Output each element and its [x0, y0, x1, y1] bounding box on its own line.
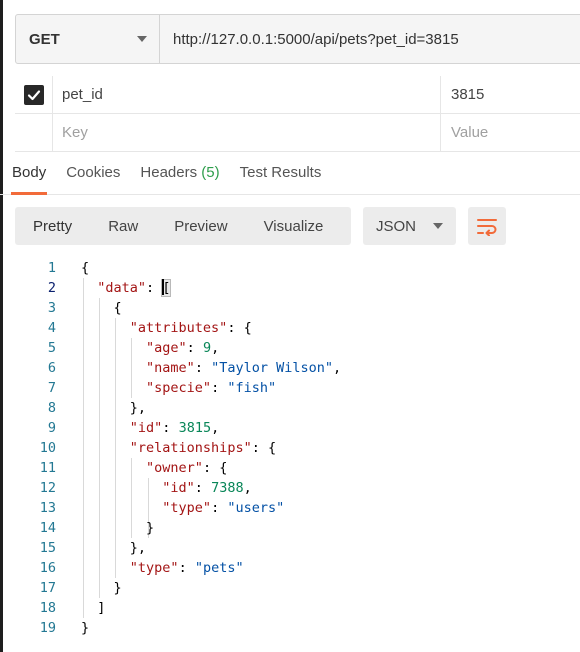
code-line: 9 "id": 3815,	[0, 418, 580, 438]
json-key: "id"	[162, 480, 195, 496]
code-line: 6 "name": "Taylor Wilson",	[0, 358, 580, 378]
code-line: 17 }	[0, 578, 580, 598]
tab-headers-label: Headers	[140, 164, 198, 181]
param-key[interactable]: pet_id	[53, 76, 441, 113]
json-key: "owner"	[146, 460, 203, 476]
code-line: 3 {	[0, 298, 580, 318]
pretty-button[interactable]: Pretty	[15, 218, 90, 235]
raw-button[interactable]: Raw	[90, 218, 156, 235]
code-line: 18 ]	[0, 598, 580, 618]
code-line: 16 "type": "pets"	[0, 558, 580, 578]
line-number: 5	[47, 340, 56, 356]
line-number: 11	[39, 460, 56, 476]
line-number: 8	[47, 400, 56, 416]
tab-test-results[interactable]: Test Results	[240, 154, 322, 194]
format-toggle-group: Pretty Raw Preview Visualize	[15, 207, 351, 245]
json-key: "specie"	[146, 380, 212, 396]
checkmark-icon	[27, 89, 40, 100]
json-key: "name"	[146, 360, 195, 376]
wrap-lines-button[interactable]	[468, 207, 506, 245]
param-checkbox-cell	[15, 114, 53, 151]
line-number: 9	[47, 420, 56, 436]
line-number: 10	[39, 440, 56, 456]
json-number: 9	[202, 340, 212, 356]
json-key: "id"	[129, 420, 163, 436]
line-number: 19	[39, 620, 56, 636]
code-line: 4 "attributes": {	[0, 318, 580, 338]
json-string: "Taylor Wilson"	[211, 360, 333, 376]
response-body-editor[interactable]: 1{ 2 "data": [ 3 { 4 "attributes": { 5 "…	[0, 258, 580, 638]
line-number: 4	[47, 320, 56, 336]
code-line: 15 },	[0, 538, 580, 558]
code-line: 1{	[0, 258, 580, 278]
code-line: 19}	[0, 618, 580, 638]
visualize-button[interactable]: Visualize	[246, 218, 342, 235]
json-key: "type"	[162, 500, 212, 516]
text-cursor	[162, 279, 165, 295]
line-number: 12	[39, 480, 56, 496]
tab-test-results-label: Test Results	[239, 164, 322, 181]
json-string: "pets"	[194, 560, 244, 576]
chevron-down-icon	[433, 223, 443, 229]
line-number: 16	[39, 560, 56, 576]
chevron-down-icon	[137, 36, 147, 42]
preview-button[interactable]: Preview	[156, 218, 245, 235]
json-key: "relationships"	[129, 440, 252, 456]
json-string: "fish"	[227, 380, 277, 396]
json-key: "age"	[146, 340, 187, 356]
line-number: 14	[39, 520, 56, 536]
url-input[interactable]: http://127.0.0.1:5000/api/pets?pet_id=38…	[160, 15, 580, 63]
line-number: 6	[47, 360, 56, 376]
tab-body[interactable]: Body	[10, 154, 48, 195]
method-select[interactable]: GET	[16, 15, 160, 63]
language-select[interactable]: JSON	[363, 207, 456, 245]
json-key: "type"	[129, 560, 179, 576]
line-number: 2	[47, 280, 56, 296]
line-number: 3	[47, 300, 56, 316]
param-row: pet_id 3815	[15, 76, 580, 114]
line-number: 13	[39, 500, 56, 516]
response-tabs: Body Cookies Headers (5) Test Results	[0, 154, 580, 195]
line-number: 7	[47, 380, 56, 396]
line-number: 15	[39, 540, 56, 556]
params-table: pet_id 3815 Key Value	[15, 76, 580, 152]
tab-body-label: Body	[12, 164, 47, 181]
request-bar: GET http://127.0.0.1:5000/api/pets?pet_i…	[15, 14, 580, 64]
tab-headers[interactable]: Headers (5)	[140, 154, 219, 194]
param-key-placeholder[interactable]: Key	[53, 114, 441, 151]
code-line: 10 "relationships": {	[0, 438, 580, 458]
param-value[interactable]: 3815	[441, 76, 580, 113]
method-label: GET	[29, 30, 60, 48]
code-line: 7 "specie": "fish"	[0, 378, 580, 398]
line-number: 1	[47, 260, 56, 276]
code-line: 14 }	[0, 518, 580, 538]
line-number: 18	[39, 600, 56, 616]
headers-count-badge: (5)	[201, 164, 220, 181]
wrap-lines-icon	[477, 219, 497, 236]
code-line: 8 },	[0, 398, 580, 418]
line-number: 17	[39, 580, 56, 596]
json-number: 3815	[178, 420, 212, 436]
json-key: "attributes"	[129, 320, 228, 336]
language-label: JSON	[376, 217, 417, 235]
json-string: "users"	[227, 500, 285, 516]
json-number: 7388	[211, 480, 244, 496]
code-line: 11 "owner": {	[0, 458, 580, 478]
param-value-placeholder[interactable]: Value	[441, 114, 580, 151]
code-line: 5 "age": 9,	[0, 338, 580, 358]
json-key: "data"	[97, 280, 147, 296]
code-line: 13 "type": "users"	[0, 498, 580, 518]
param-row-empty: Key Value	[15, 114, 580, 152]
param-checkbox[interactable]	[23, 84, 44, 105]
code-line: 12 "id": 7388,	[0, 478, 580, 498]
code-line: 2 "data": [	[0, 278, 580, 298]
tab-cookies-label: Cookies	[66, 164, 121, 181]
tab-cookies[interactable]: Cookies	[66, 154, 120, 194]
param-checkbox-cell	[15, 76, 53, 113]
